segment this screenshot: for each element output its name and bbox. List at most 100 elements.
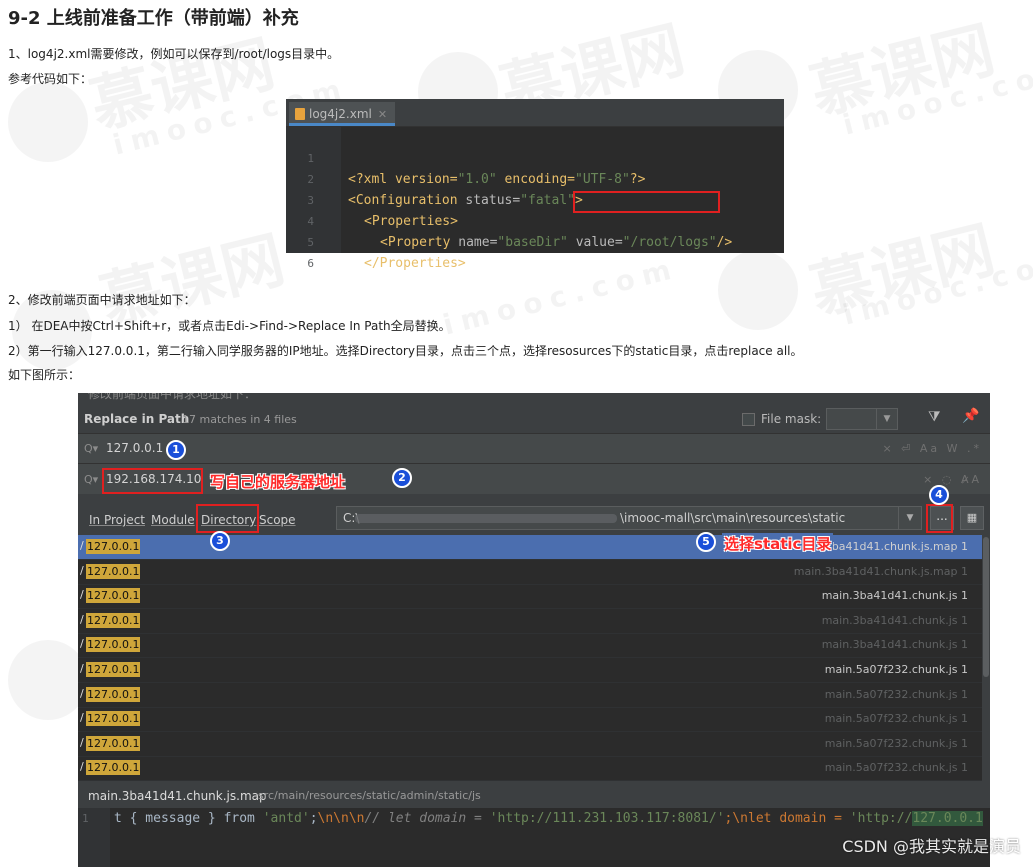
chevron-down-icon: ▼ [898,507,921,529]
preview-file-name: main.3ba41d41.chunk.js.map [88,789,267,803]
watermark-text: 慕课网 [80,13,282,145]
result-row[interactable]: /127.0.0.1 main.5a07f232.chunk.js 1 [78,732,982,757]
dialog-header: Replace in Path 17 matches in 4 files Fi… [78,400,990,432]
result-prefix: / [80,539,84,552]
result-prefix: / [80,563,84,577]
paragraph-reference: 参考代码如下： [8,72,93,86]
match-highlight: 127.0.0.1 [86,563,141,579]
xml-file-icon [295,108,305,120]
directory-path: \imooc-mall\src\main\resources\static [620,511,846,525]
result-prefix: / [80,588,84,602]
csdn-watermark: CSDN @我其实就是演员 [842,837,1021,856]
result-prefix: / [80,735,84,749]
result-file-name: main.3ba41d41.chunk.js 1 [821,589,968,603]
search-icon: Q▾ [84,442,99,455]
match-highlight: 127.0.0.1 [86,612,141,628]
watermark-url: imooc.com [840,51,1033,141]
paragraph-log4j: 1、log4j2.xml需要修改，例如可以保存到/root/logs目录中。 [8,47,340,61]
result-prefix: / [80,711,84,725]
directory-select[interactable]: C:\ \imooc-mall\src\main\resources\stati… [336,506,922,530]
step-badge-2: 2 [392,468,412,488]
match-count: 17 matches in 4 files [182,413,297,426]
paragraph-as-shown: 如下图所示： [8,368,81,382]
preview-file-dir: src/main/resources/static/admin/static/j… [258,789,481,802]
watermark-url: imooc.com [840,241,1033,331]
match-highlight: 127.0.0.1 [86,686,141,702]
results-list: /127.0.0.1 main.3ba41d41.chunk.js.map 1/1… [78,535,982,782]
result-row[interactable]: /127.0.0.1 main.3ba41d41.chunk.js 1 [78,584,982,610]
watermark-text: 慕课网 [800,0,1002,131]
note-select-static: 选择static目录 [722,533,834,554]
watermark-logo [8,82,88,162]
code-line: 4 <Property name="baseDir" value="/root/… [286,190,732,250]
code-line: 1 <?xml version="1.0" encoding="UTF-8"?> [286,127,645,187]
line-number: 6 [307,257,314,270]
result-file-name: main.3ba41d41.chunk.js 1 [821,638,968,652]
result-row[interactable]: /127.0.0.1 main.5a07f232.chunk.js 1 [78,683,982,708]
result-prefix: / [80,662,84,675]
replace-options[interactable]: × ◌ A̷A [923,473,982,486]
watermark-url: imooc.com [440,251,682,341]
result-row[interactable]: /127.0.0.1 main.3ba41d41.chunk.js 1 [78,609,982,634]
step-badge-4: 4 [929,485,949,505]
editor-tab-label: log4j2.xml [309,107,372,121]
tab-module[interactable]: Module [151,513,195,527]
match-highlight: 127.0.0.1 [86,711,141,727]
paragraph-step2: 2）第一行输入127.0.0.1，第二行输入同学服务器的IP地址。选择Direc… [8,344,803,358]
match-highlight: 127.0.0.1 [86,662,141,677]
result-file-name: main.3ba41d41.chunk.js 1 [821,613,968,627]
match-highlight: 127.0.0.1 [86,539,141,554]
result-row[interactable]: /127.0.0.1 main.5a07f232.chunk.js 1 [78,756,982,782]
code-line: 6 [286,232,317,270]
match-highlight: 127.0.0.1 [86,637,141,653]
tab-in-project[interactable]: In Project [89,513,145,527]
step-badge-3: 3 [210,531,230,551]
result-row[interactable]: /127.0.0.1 main.5a07f232.chunk.js 1 [78,707,982,733]
cropped-text-strip: 修改前端页面中请求地址如下： [78,393,990,401]
close-icon[interactable]: ✕ [378,108,387,121]
result-file-name: main.3ba41d41.chunk.js.map 1 [793,564,968,578]
result-prefix: / [80,686,84,700]
watermark-logo [718,250,798,330]
group-icon[interactable]: ▦ [960,506,984,530]
search-icon: Q▾ [84,473,99,486]
result-row[interactable]: /127.0.0.1 main.5a07f232.chunk.js 1 [78,658,982,683]
result-file-name: main.5a07f232.chunk.js 1 [824,761,968,775]
result-prefix: / [80,760,84,774]
code-editor: log4j2.xml ✕ 1 <?xml version="1.0" encodi… [286,99,784,271]
match-highlight: 127.0.0.1 [86,760,141,776]
search-input[interactable]: 127.0.0.1 [106,441,163,455]
blurred-path [355,514,617,523]
result-file-name: main.5a07f232.chunk.js 1 [824,663,968,676]
result-row[interactable]: /127.0.0.1 main.3ba41d41.chunk.js.map 1 [78,560,982,585]
file-mask-select[interactable]: ▼ [826,408,898,430]
results-scrollbar[interactable] [982,535,990,781]
directory-highlight-box [196,504,259,533]
file-mask-checkbox[interactable] [742,413,755,426]
page-title: 9-2 上线前准备工作（带前端）补充 [8,8,299,29]
result-row[interactable]: /127.0.0.1 main.3ba41d41.chunk.js 1 [78,633,982,659]
watermark-logo [8,640,88,720]
replace-in-path-dialog: 修改前端页面中请求地址如下： Replace in Path 17 matche… [78,393,990,867]
match-highlight: 127.0.0.1 [86,588,141,604]
scroll-thumb[interactable] [983,537,989,677]
tab-scope[interactable]: Scope [259,513,296,527]
watermark-text: 慕课网 [800,199,1002,331]
code-line: 2 <Configuration status="fatal"> [286,148,582,208]
chevron-down-icon: ▼ [876,409,897,429]
search-row: Q▾ 127.0.0.1 × ⏎ Aa W .* [78,433,990,463]
paragraph-frontend: 2、修改前端页面中请求地址如下： [8,293,196,307]
filter-icon[interactable]: ⧩ [928,409,941,425]
step-badge-5: 5 [696,532,716,552]
file-mask-label: File mask: [761,412,822,426]
preview-code: t { message } from 'antd';\n\n\n// let d… [114,811,983,826]
line-number: 1 [82,812,89,825]
preview-path-bar: main.3ba41d41.chunk.js.map src/main/reso… [78,783,990,808]
highlight-box [573,191,720,213]
pin-icon[interactable]: 📌 [962,408,979,424]
browse-highlight-box [926,504,953,533]
search-options[interactable]: × ⏎ Aa W .* [882,442,982,455]
editor-tab[interactable]: log4j2.xml ✕ [289,102,396,126]
paragraph-step1: 1） 在DEA中按Ctrl+Shift+r，或者点击Edi->Find->Rep… [8,319,451,333]
dialog-title: Replace in Path [84,412,190,426]
